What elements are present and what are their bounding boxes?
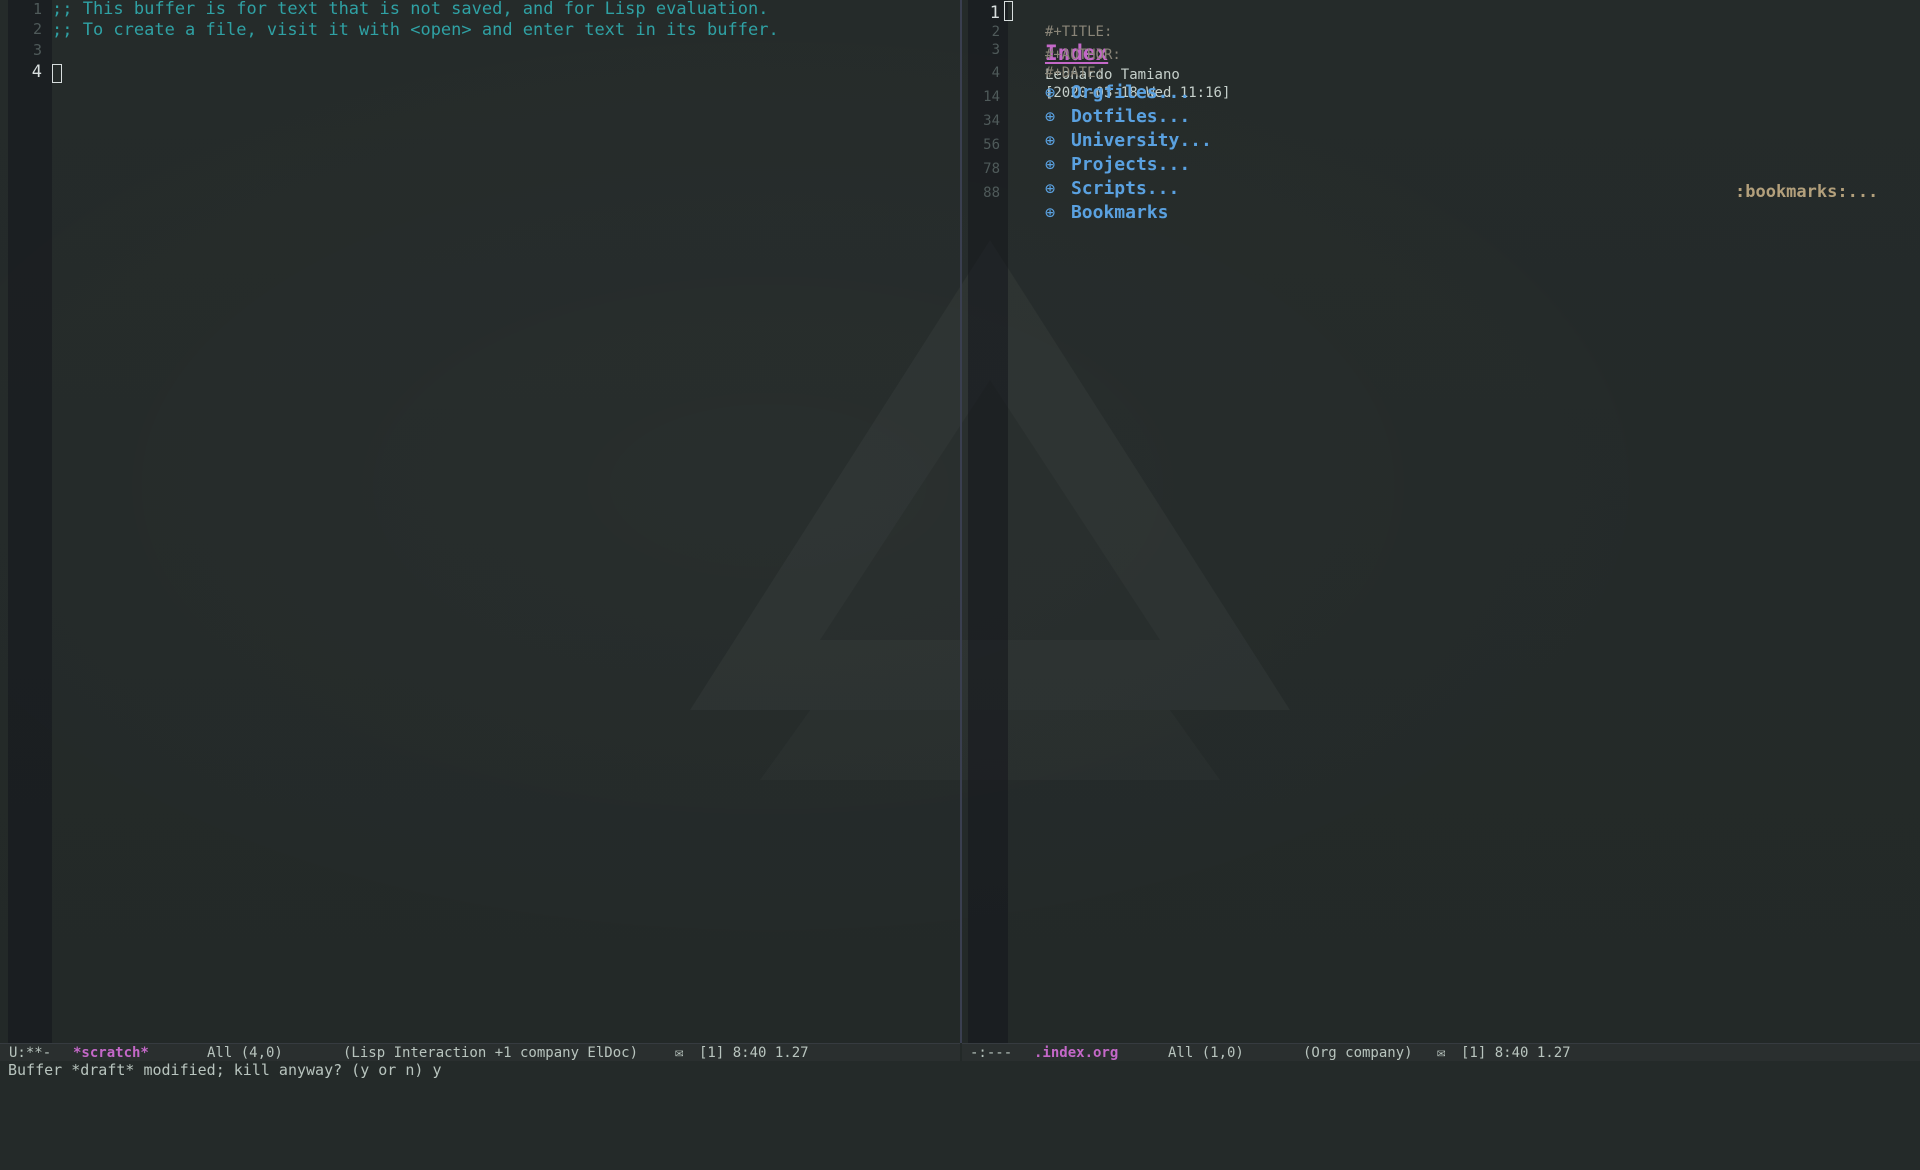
line-number: 1 — [32, 0, 42, 18]
buffer-name[interactable]: *scratch* — [73, 1044, 149, 1062]
mail-icon: ✉ — [1437, 1045, 1446, 1061]
buffer-position: All (4,0) — [207, 1045, 283, 1061]
line-number: 3 — [32, 41, 42, 59]
buffer-status: -:--- — [970, 1045, 1013, 1061]
line-number: 78 — [983, 161, 1000, 177]
line-number-gutter — [8, 0, 52, 1043]
current-line-number: 4 — [31, 62, 42, 82]
heading-label: Bookmarks — [1070, 202, 1169, 223]
mode-line-right[interactable]: -:--- .index.org All (1,0) (Org company)… — [962, 1043, 1920, 1062]
scratch-comment-line-1[interactable]: ;; This buffer is for text that is not s… — [52, 0, 768, 19]
echo-area[interactable]: Buffer *draft* modified; kill anyway? (y… — [0, 1061, 1920, 1080]
major-mode[interactable]: (Lisp Interaction +1 company ElDoc) — [343, 1044, 638, 1062]
line-number: 56 — [983, 137, 1000, 153]
buffer-name[interactable]: .index.org — [1034, 1044, 1118, 1062]
major-mode[interactable]: (Org company) — [1303, 1044, 1413, 1062]
org-heading-bookmarks[interactable]: ⊕ Bookmarks — [1004, 182, 1169, 243]
line-number: 14 — [983, 89, 1000, 105]
mail-icon: ✉ — [675, 1045, 684, 1061]
text-cursor — [52, 64, 62, 83]
line-number: 4 — [991, 65, 1000, 81]
bookmarks-tag[interactable]: :bookmarks:... — [1735, 182, 1878, 202]
line-number: 2 — [32, 20, 42, 38]
buffer-status: U:**- — [9, 1045, 52, 1061]
mode-line-left[interactable]: U:**- *scratch* All (4,0) (Lisp Interact… — [0, 1043, 960, 1062]
line-number-gutter — [968, 0, 1008, 1043]
current-line-number: 1 — [989, 3, 1000, 23]
modeline-extra: [1] 8:40 1.27 — [1461, 1045, 1571, 1061]
line-number: 2 — [991, 24, 1000, 40]
left-window[interactable]: 1 2 3 4 ;; This buffer is for text that … — [0, 0, 960, 1043]
modeline-extra: [1] 8:40 1.27 — [699, 1045, 809, 1061]
line-number: 34 — [983, 113, 1000, 129]
line-number: 3 — [991, 42, 1000, 58]
line-number: 88 — [983, 185, 1000, 201]
scratch-comment-line-2[interactable]: ;; To create a file, visit it with <open… — [52, 20, 779, 40]
right-window[interactable]: 1 2 3 4 14 34 56 78 88 #+TITLE: Index #+… — [962, 0, 1920, 1043]
collapsed-bullet-icon[interactable]: ⊕ — [1045, 203, 1071, 223]
buffer-position: All (1,0) — [1168, 1045, 1244, 1061]
